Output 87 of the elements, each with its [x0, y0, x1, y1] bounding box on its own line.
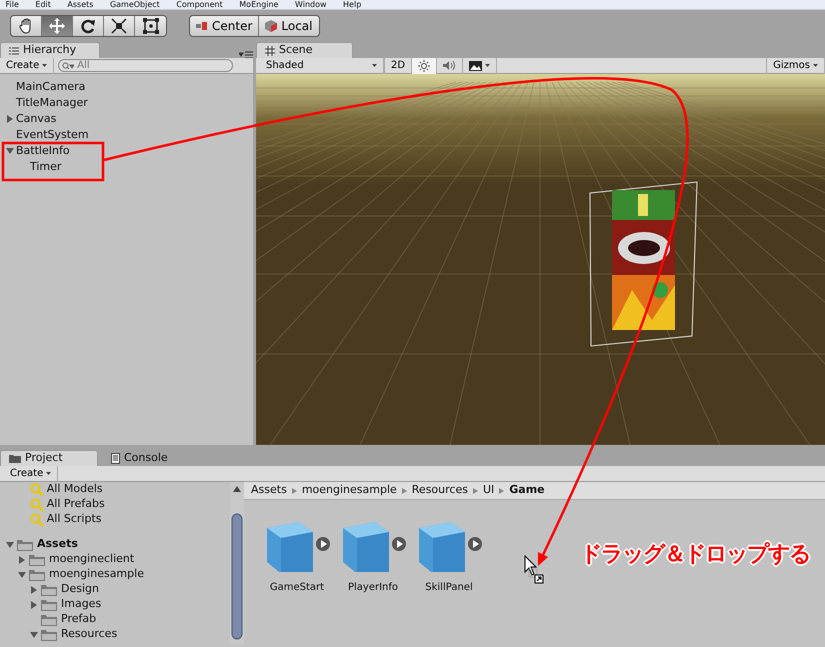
menu-item[interactable]: Help — [343, 0, 362, 9]
folder-item[interactable]: moenginesample — [49, 566, 144, 583]
menu-item[interactable]: File — [6, 0, 19, 9]
grid-icon — [265, 46, 275, 56]
breadcrumb-item[interactable]: moenginesample — [302, 482, 397, 499]
create-dropdown[interactable]: Create — [4, 466, 58, 482]
hierarchy-item[interactable]: Timer — [30, 158, 62, 176]
dropdown-caret-icon — [813, 64, 818, 67]
lighting-toggle[interactable] — [412, 58, 438, 74]
panel-menu-icon[interactable] — [239, 50, 253, 58]
folder-item[interactable]: Design — [61, 581, 99, 598]
sun-icon — [418, 60, 430, 72]
folder-icon — [9, 454, 21, 463]
expand-arrow-icon[interactable] — [30, 600, 38, 608]
folder-icon — [17, 538, 33, 550]
speaker-icon — [443, 60, 456, 71]
rect-tool-icon — [142, 18, 158, 34]
folder-item[interactable]: Images — [61, 596, 102, 613]
dropdown-caret-icon — [372, 64, 377, 67]
folder-icon — [29, 554, 45, 566]
hierarchy-item[interactable]: MainCamera — [16, 78, 86, 96]
dropdown-caret-icon — [46, 472, 52, 475]
document-icon — [111, 453, 120, 464]
expand-arrow-icon[interactable] — [6, 115, 14, 123]
expand-arrow-icon[interactable] — [18, 556, 26, 564]
pivot-button[interactable]: Center — [190, 16, 260, 36]
breadcrumb-arrow-icon — [472, 488, 478, 494]
pivot-center-icon — [196, 21, 208, 31]
local-cube-icon — [265, 20, 278, 32]
scrollbar[interactable] — [230, 482, 244, 645]
favorite-item[interactable]: All Models — [46, 481, 103, 498]
menu-item[interactable]: Edit — [35, 0, 51, 9]
annotation-text: ドラッグ＆ドロップする — [580, 541, 810, 569]
breadcrumb-item[interactable]: Game — [509, 482, 545, 499]
favorite-item[interactable]: All Prefabs — [46, 496, 105, 513]
search-filter-icon — [30, 512, 44, 526]
expand-arrow-icon[interactable] — [6, 147, 14, 155]
expand-arrow-icon[interactable] — [30, 586, 38, 594]
breadcrumb-item[interactable]: UI — [482, 482, 494, 499]
expand-arrow-icon[interactable] — [6, 540, 14, 548]
favorite-item[interactable]: All Scripts — [46, 511, 102, 528]
dropdown-caret-icon — [485, 64, 490, 67]
menu-item[interactable]: Assets — [67, 0, 94, 9]
scale-icon — [111, 18, 127, 34]
rotate-icon — [80, 18, 96, 34]
folder-icon — [29, 568, 45, 580]
breadcrumb-item[interactable]: Assets — [251, 482, 287, 499]
folder-icon — [41, 614, 57, 626]
hierarchy-item[interactable]: Canvas — [16, 110, 56, 128]
scene-tab[interactable]: Scene — [256, 42, 353, 58]
asset-label[interactable]: PlayerInfo — [348, 580, 398, 595]
breadcrumb-arrow-icon — [292, 488, 297, 494]
breadcrumb-item[interactable]: Resources — [412, 482, 468, 499]
hierarchy-item[interactable]: TitleManager — [16, 94, 88, 112]
breadcrumb-arrow-icon — [499, 488, 504, 494]
menu-item[interactable]: GameObject — [110, 0, 160, 9]
asset-label[interactable]: GameStart — [270, 580, 324, 595]
menu-item[interactable]: MoEngine — [239, 0, 278, 9]
dropdown-caret-icon — [42, 64, 48, 67]
create-dropdown[interactable]: Create — [0, 58, 54, 74]
folder-item[interactable]: Assets — [37, 536, 78, 553]
drag-cursor-icon — [524, 555, 544, 585]
search-icon — [62, 62, 74, 70]
folder-icon — [41, 598, 57, 610]
expand-arrow-icon[interactable] — [30, 630, 38, 638]
menu-item[interactable]: Window — [294, 0, 327, 9]
folder-item[interactable]: moengineclient — [49, 551, 134, 568]
folder-icon — [41, 584, 57, 596]
search-filter-icon — [30, 482, 44, 496]
image-icon — [469, 60, 482, 70]
menu-item[interactable]: Component — [176, 0, 223, 9]
search-filter-icon — [30, 498, 44, 512]
project-tab[interactable]: Project — [0, 450, 98, 466]
move-icon — [49, 18, 65, 34]
project-tab[interactable]: Console — [102, 450, 200, 466]
pivot-button[interactable]: Local — [259, 16, 318, 36]
folder-item[interactable]: Prefab — [61, 611, 96, 628]
expand-arrow-icon[interactable] — [18, 570, 26, 578]
hierarchy-tab[interactable]: Hierarchy — [0, 42, 100, 58]
search-field[interactable]: All — [58, 59, 234, 72]
hierarchy-item[interactable]: EventSystem — [16, 126, 89, 144]
asset-label[interactable]: SkillPanel — [425, 580, 473, 595]
list-icon — [9, 46, 19, 54]
folder-icon — [41, 628, 57, 640]
hierarchy-item[interactable]: BattleInfo — [16, 142, 70, 160]
breadcrumb-arrow-icon — [402, 488, 407, 494]
folder-item[interactable]: Resources — [61, 626, 118, 643]
